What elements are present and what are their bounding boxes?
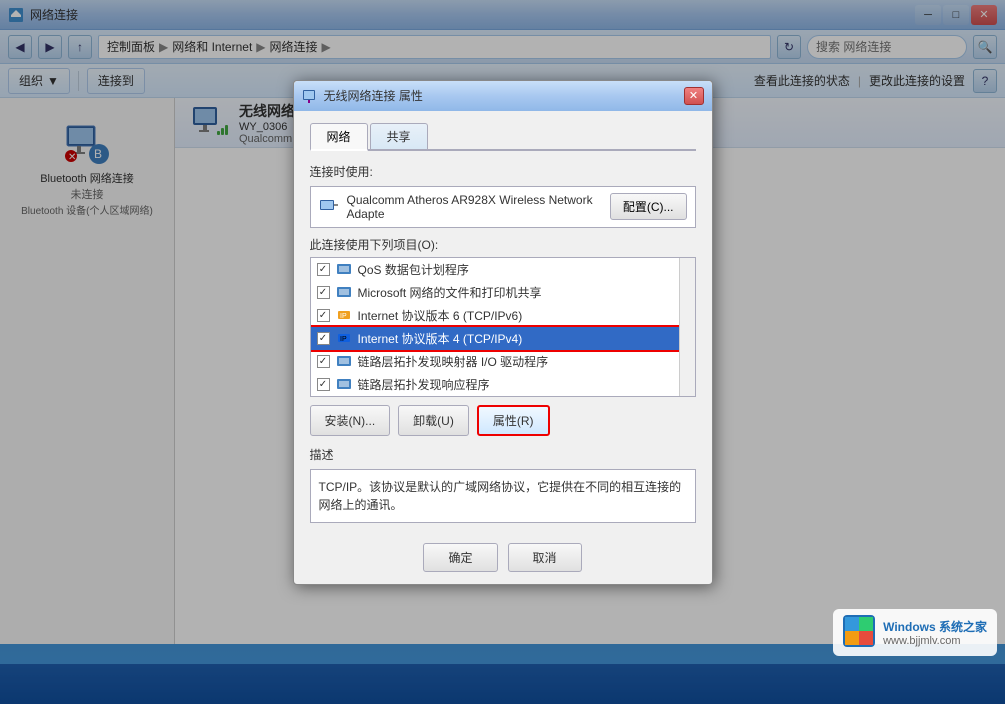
description-box: TCP/IP。该协议是默认的广域网络协议，它提供在不同的相互连接的网络上的通讯。 xyxy=(310,469,696,523)
watermark-line1: Windows 系统之家 xyxy=(883,618,987,635)
modal-overlay: 无线网络连接 属性 ✕ 网络 共享 连接时使用: xyxy=(0,0,1005,704)
protocol-name-1: Microsoft 网络的文件和打印机共享 xyxy=(358,284,542,301)
protocol-name-5: 链路层拓扑发现响应程序 xyxy=(358,376,490,393)
watermark-text: Windows 系统之家 www.bjjmlv.com xyxy=(883,618,987,647)
scrollbar[interactable] xyxy=(679,258,695,396)
checkbox-3[interactable] xyxy=(317,332,330,345)
svg-text:IP: IP xyxy=(340,313,347,320)
ok-button[interactable]: 确定 xyxy=(423,543,497,572)
protocol-icon-0 xyxy=(336,261,352,277)
adapter-icon xyxy=(319,197,339,217)
protocols-label: 此连接使用下列项目(O): xyxy=(310,236,696,253)
dialog-body: 网络 共享 连接时使用: Qua xyxy=(294,111,712,535)
dialog-footer: 确定 取消 xyxy=(294,535,712,584)
watermark-icon xyxy=(843,615,875,650)
tab-network[interactable]: 网络 xyxy=(310,123,368,151)
description-title: 描述 xyxy=(310,446,696,463)
protocol-item-0[interactable]: QoS 数据包计划程序 xyxy=(311,258,695,281)
checkbox-2[interactable] xyxy=(317,309,330,322)
protocol-icon-1 xyxy=(336,284,352,300)
protocol-name-2: Internet 协议版本 6 (TCP/IPv6) xyxy=(358,307,523,324)
cancel-button[interactable]: 取消 xyxy=(508,543,582,572)
dialog-icon xyxy=(302,88,318,104)
config-button[interactable]: 配置(C)... xyxy=(610,193,687,220)
properties-button[interactable]: 属性(R) xyxy=(477,405,550,436)
action-buttons: 安装(N)... 卸载(U) 属性(R) xyxy=(310,405,696,436)
protocol-list: QoS 数据包计划程序 Microsoft 网络的文件和打印机共享 IP xyxy=(310,257,696,397)
protocol-icon-2: IP xyxy=(336,307,352,323)
adapter-box: Qualcomm Atheros AR928X Wireless Network… xyxy=(310,186,696,228)
checkbox-1[interactable] xyxy=(317,286,330,299)
protocol-item-4[interactable]: 链路层拓扑发现映射器 I/O 驱动程序 xyxy=(311,350,695,373)
checkbox-4[interactable] xyxy=(317,355,330,368)
protocol-icon-5 xyxy=(336,376,352,392)
dialog-close-button[interactable]: ✕ xyxy=(684,87,704,105)
connect-using-label: 连接时使用: xyxy=(310,163,696,180)
protocol-name-4: 链路层拓扑发现映射器 I/O 驱动程序 xyxy=(358,353,549,370)
protocol-icon-4 xyxy=(336,353,352,369)
protocol-item-5[interactable]: 链路层拓扑发现响应程序 xyxy=(311,373,695,396)
properties-dialog: 无线网络连接 属性 ✕ 网络 共享 连接时使用: xyxy=(293,80,713,585)
checkbox-5[interactable] xyxy=(317,378,330,391)
tab-share[interactable]: 共享 xyxy=(370,123,428,149)
watermark: Windows 系统之家 www.bjjmlv.com xyxy=(833,609,997,656)
protocol-item-2[interactable]: IP Internet 协议版本 6 (TCP/IPv6) xyxy=(311,304,695,327)
adapter-name: Qualcomm Atheros AR928X Wireless Network… xyxy=(347,193,602,221)
protocol-item-3[interactable]: IP Internet 协议版本 4 (TCP/IPv4) xyxy=(311,327,695,350)
protocol-name-0: QoS 数据包计划程序 xyxy=(358,261,469,278)
protocol-icon-3: IP xyxy=(336,330,352,346)
svg-text:IP: IP xyxy=(340,336,347,343)
description-text: TCP/IP。该协议是默认的广域网络协议，它提供在不同的相互连接的网络上的通讯。 xyxy=(319,480,682,512)
dialog-title-bar: 无线网络连接 属性 ✕ xyxy=(294,81,712,111)
watermark-line2: www.bjjmlv.com xyxy=(883,635,987,647)
desktop: 网络连接 ─ □ ✕ ◀ ▶ ↑ 控制面板 ▶ 网络和 Internet ▶ 网… xyxy=(0,0,1005,704)
dialog-title: 无线网络连接 属性 xyxy=(324,87,684,104)
tab-bar: 网络 共享 xyxy=(310,123,696,151)
checkbox-0[interactable] xyxy=(317,263,330,276)
protocol-item-1[interactable]: Microsoft 网络的文件和打印机共享 xyxy=(311,281,695,304)
install-button[interactable]: 安装(N)... xyxy=(310,405,391,436)
uninstall-button[interactable]: 卸载(U) xyxy=(398,405,469,436)
protocol-name-3: Internet 协议版本 4 (TCP/IPv4) xyxy=(358,330,523,347)
